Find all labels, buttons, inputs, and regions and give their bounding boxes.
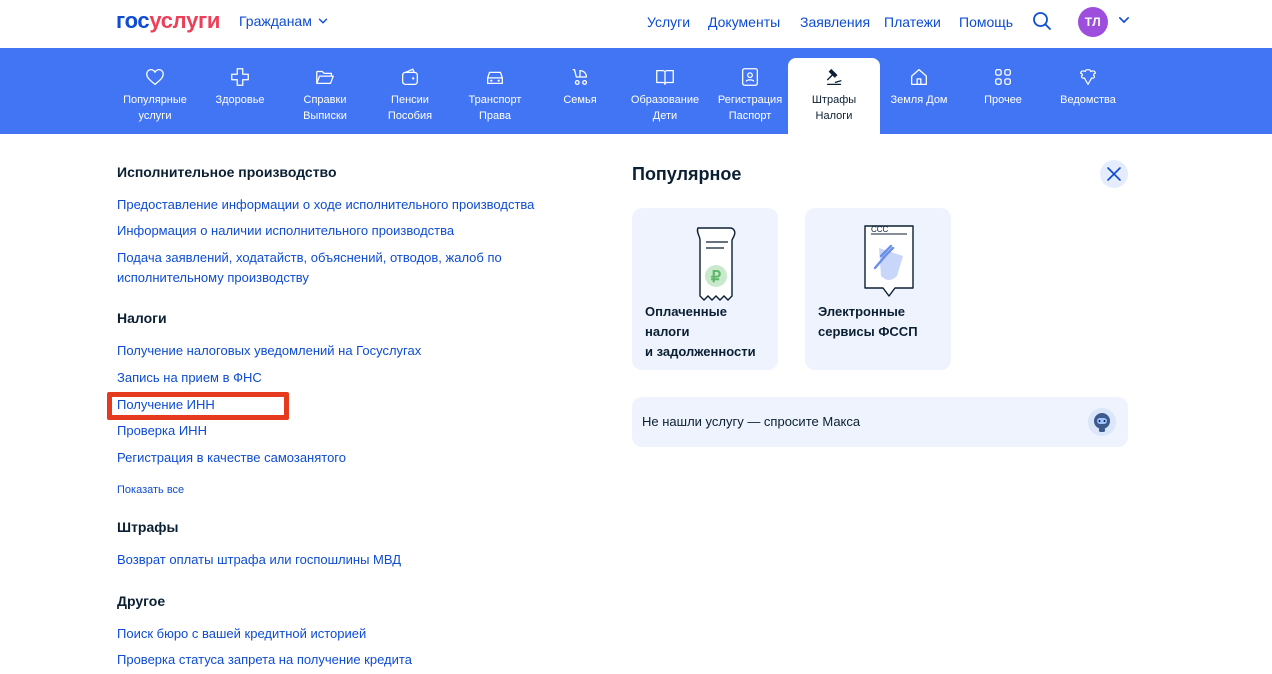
category-label: Права: [479, 110, 511, 122]
assistant-robot-icon: [1088, 408, 1116, 436]
link-fns-appointment[interactable]: Запись на прием в ФНС: [117, 368, 262, 388]
house-icon: [911, 69, 927, 85]
category-transport[interactable]: Транспорт Права: [452, 58, 538, 134]
nav-payments[interactable]: Платежи: [884, 14, 941, 30]
popular-title: Популярное: [632, 164, 742, 184]
document-gavel-icon: ССС: [864, 225, 914, 297]
section-title-fines: Штрафы: [117, 519, 179, 535]
category-agencies[interactable]: Ведомства: [1045, 58, 1131, 134]
category-fines-taxes[interactable]: Штрафы Налоги: [788, 58, 880, 134]
card-paid-taxes[interactable]: ₽ Оплаченные налоги и задолженности: [632, 208, 778, 370]
ask-max-banner[interactable]: Не нашли услугу — спросите Макса: [632, 397, 1128, 447]
nav-documents[interactable]: Документы: [708, 14, 780, 30]
svg-text:₽: ₽: [711, 269, 721, 286]
stroller-icon: [572, 69, 588, 85]
gosuslugi-logo[interactable]: госуслуги: [116, 8, 220, 34]
category-label: услуги: [138, 110, 172, 122]
wallet-icon: [402, 68, 418, 85]
chevron-down-icon: [318, 18, 328, 24]
category-label: Семья: [563, 94, 597, 106]
link-enforcement-appeals-cont[interactable]: исполнительному производству: [117, 268, 309, 288]
link-enforcement-appeals[interactable]: Подача заявлений, ходатайств, объяснений…: [117, 248, 502, 268]
book-icon: [656, 69, 674, 85]
category-label: Здоровье: [215, 94, 265, 106]
category-label: Прочее: [984, 94, 1022, 106]
audience-label: Гражданам: [239, 13, 312, 29]
logo-part-gos: гос: [116, 8, 150, 33]
card-label: Электронные сервисы ФССП: [818, 302, 918, 342]
link-fine-refund[interactable]: Возврат оплаты штрафа или госпошлины МВД: [117, 550, 401, 570]
category-popular[interactable]: Популярные услуги: [112, 58, 198, 134]
search-icon[interactable]: [1032, 11, 1052, 31]
car-icon: [487, 71, 503, 85]
folder-icon: [316, 70, 334, 85]
category-label: Штрафы: [811, 94, 857, 106]
category-label: Пенсии: [391, 94, 429, 106]
card-label-line: сервисы ФССП: [818, 324, 918, 339]
card-label-line: Оплаченные: [645, 304, 727, 319]
category-label: Ведомства: [1060, 94, 1116, 106]
category-label: Выписки: [303, 110, 347, 122]
category-label: Налоги: [815, 110, 853, 122]
link-check-inn[interactable]: Проверка ИНН: [117, 421, 207, 441]
grid-icon: [995, 69, 1011, 85]
category-family[interactable]: Семья: [537, 58, 623, 134]
avatar-initials: ТЛ: [1084, 15, 1102, 29]
category-label: Справки: [303, 94, 347, 106]
link-self-employed[interactable]: Регистрация в качестве самозанятого: [117, 448, 346, 468]
close-button[interactable]: [1100, 160, 1128, 188]
nav-help[interactable]: Помощь: [959, 14, 1013, 30]
category-label: Транспорт: [468, 94, 522, 106]
category-bar: Популярные услуги Здоровье Справки Выпис…: [0, 48, 1272, 134]
top-header: госуслуги Гражданам Услуги Документы Зая…: [0, 0, 1272, 48]
card-label-line: налоги: [645, 324, 690, 339]
category-registration[interactable]: Регистрация Паспорт: [707, 58, 793, 134]
category-label: Земля Дом: [890, 94, 948, 106]
link-enforcement-existence[interactable]: Информация о наличии исполнительного про…: [117, 221, 454, 241]
category-other[interactable]: Прочее: [960, 58, 1046, 134]
medical-cross-icon: [231, 68, 249, 86]
section-title-other: Другое: [117, 593, 166, 609]
receipt-ruble-icon: ₽: [696, 227, 736, 301]
card-label-line: Электронные: [818, 304, 906, 319]
link-get-inn[interactable]: Получение ИНН: [117, 395, 215, 415]
category-label: Пособия: [387, 110, 433, 122]
show-all-link[interactable]: Показать все: [117, 480, 184, 500]
category-label: Дети: [652, 110, 678, 122]
heart-icon: [146, 69, 164, 86]
category-education[interactable]: Образование Дети: [622, 58, 708, 134]
category-label: Образование: [630, 94, 700, 106]
id-card-icon: [742, 68, 758, 86]
link-credit-ban-status[interactable]: Проверка статуса запрета на получение кр…: [117, 650, 412, 670]
category-land-house[interactable]: Земля Дом: [876, 58, 962, 134]
link-enforcement-progress[interactable]: Предоставление информации о ходе исполни…: [117, 195, 534, 215]
card-label: Оплаченные налоги и задолженности: [645, 302, 756, 362]
nav-services[interactable]: Услуги: [647, 14, 690, 30]
logo-part-uslugi: услуги: [149, 8, 221, 33]
card-fssp-services[interactable]: ССС Электронные сервисы ФССП: [805, 208, 951, 370]
nav-applications[interactable]: Заявления: [800, 14, 870, 30]
close-icon: [1107, 167, 1121, 181]
card-label-line: и задолженности: [645, 344, 756, 359]
ask-max-text: Не нашли услугу — спросите Макса: [642, 414, 861, 429]
link-credit-bureau[interactable]: Поиск бюро с вашей кредитной историей: [117, 624, 366, 644]
section-title-enforcement: Исполнительное производство: [117, 164, 337, 180]
category-label: Регистрация: [717, 94, 783, 106]
user-avatar[interactable]: ТЛ: [1078, 7, 1108, 37]
link-tax-notifications[interactable]: Получение налоговых уведомлений на Госус…: [117, 341, 421, 361]
category-health[interactable]: Здоровье: [197, 58, 283, 134]
svg-text:ССС: ССС: [871, 225, 889, 234]
category-label: Паспорт: [728, 110, 772, 122]
category-certificates[interactable]: Справки Выписки: [282, 58, 368, 134]
gavel-icon: [826, 69, 842, 85]
emblem-icon: [1080, 69, 1096, 85]
category-pensions[interactable]: Пенсии Пособия: [367, 58, 453, 134]
section-title-taxes: Налоги: [117, 310, 167, 326]
category-label: Популярные: [123, 94, 187, 106]
audience-dropdown[interactable]: Гражданам: [239, 13, 328, 29]
chevron-down-icon[interactable]: [1118, 14, 1130, 26]
